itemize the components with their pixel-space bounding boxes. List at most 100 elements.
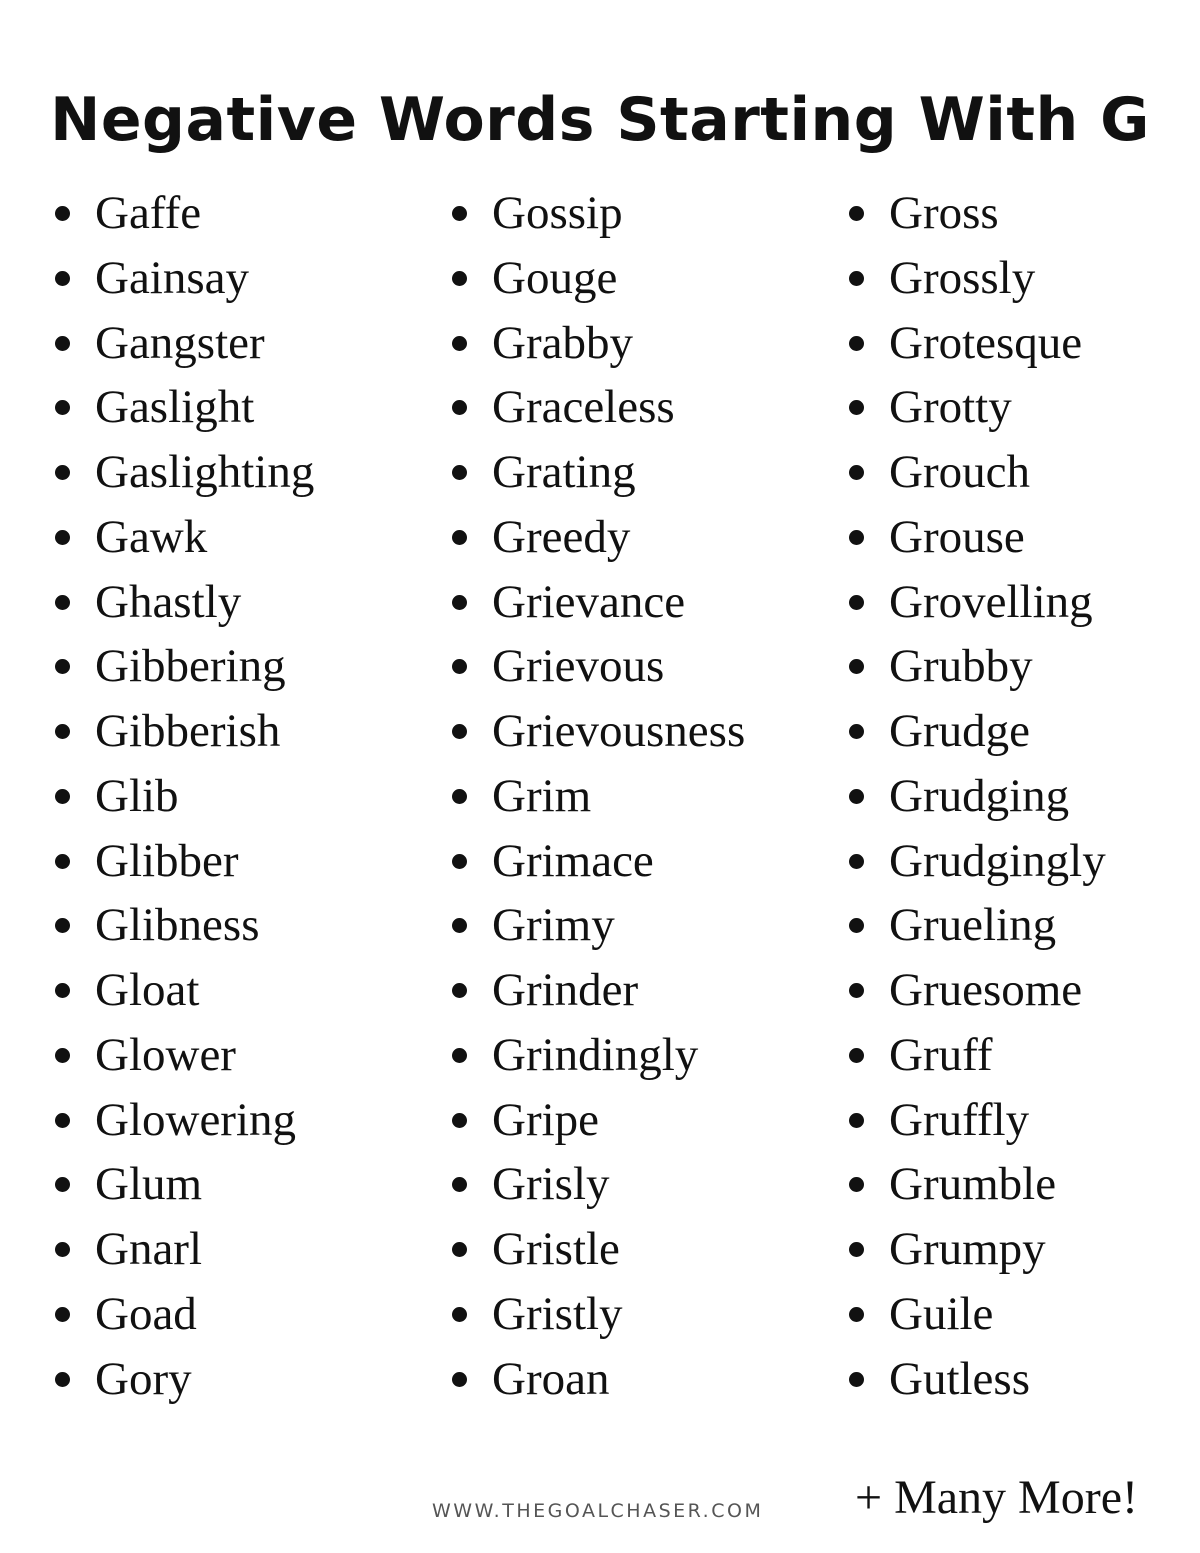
list-item: Grotty [844,375,1106,440]
bullet-icon [849,529,864,545]
list-item: Glum [50,1152,314,1217]
bullet-icon [849,853,864,869]
bullet-icon [452,1112,467,1128]
word-text: Gaffe [95,187,202,239]
word-text: Groan [492,1352,610,1405]
bullet-icon [452,983,467,998]
list-item: Grovelling [844,570,1106,635]
word-text: Gloat [95,964,200,1016]
list-item: Grouch [844,440,1106,505]
bullet-icon [452,853,467,869]
bullet-icon [849,1177,864,1193]
bullet-icon [55,1371,70,1387]
list-item: Ghastly [50,570,314,635]
bullet-icon [55,1177,70,1193]
list-item: Grating [447,440,745,505]
word-text: Glib [95,769,179,822]
list-item: Grotesque [844,311,1106,376]
bullet-icon [452,918,467,934]
word-text: Grumpy [889,1223,1046,1275]
word-text: Grievousness [492,705,746,757]
word-text: Gristle [492,1223,620,1275]
list-item: Grudgingly [844,829,1106,894]
list-item: Gibbering [50,634,314,699]
list-item: Gibberish [50,699,314,764]
word-text: Grievous [492,640,665,693]
bullet-icon [849,1242,864,1257]
bullet-icon [55,1112,70,1128]
list-item: Grossly [844,246,1106,311]
bullet-icon [452,529,467,545]
bullet-icon [55,529,70,545]
word-list-column-1: Gaffe Gainsay Gangster Gaslight Gaslighting G… [50,181,314,1411]
list-item: Gainsay [50,246,314,311]
bullet-icon [849,270,864,286]
list-item: Grindingly [447,1023,745,1088]
list-item: Gaffe [50,181,314,246]
bullet-icon [55,1047,70,1063]
word-text: Grouse [889,510,1025,563]
word-text: Glibber [95,834,239,887]
word-text: Gruff [889,1028,993,1081]
bullet-icon [849,788,864,804]
list-item: Grinder [447,958,745,1023]
bullet-icon [849,400,864,416]
bullet-icon [849,594,864,610]
word-text: Goad [95,1287,197,1340]
word-text: Glibness [95,899,260,952]
bullet-icon [452,400,467,416]
word-text: Gross [889,187,999,239]
list-item: Grumpy [844,1217,1106,1282]
bullet-icon [55,853,70,869]
bullet-icon [849,1371,864,1387]
word-text: Gangster [95,316,265,369]
word-text: Gory [95,1352,192,1405]
list-item: Gaslighting [50,440,314,505]
list-item: Gangster [50,311,314,376]
word-text: Gainsay [95,251,250,304]
word-text: Gossip [492,187,623,239]
list-item: Glibness [50,893,314,958]
word-text: Grubby [889,640,1033,693]
list-item: Grumble [844,1152,1106,1217]
word-text: Gouge [492,251,618,304]
word-text: Gibbering [95,640,286,693]
bullet-icon [849,1306,864,1322]
bullet-icon [452,788,467,804]
word-text: Gnarl [95,1223,203,1275]
word-text: Gaslighting [95,446,315,498]
word-text: Grindingly [492,1028,699,1081]
word-text: Glowering [95,1093,297,1146]
word-text: Grudge [889,705,1030,757]
list-item: Gossip [447,181,745,246]
bullet-icon [55,1306,70,1322]
bullet-icon [55,270,70,286]
list-item: Grudging [844,764,1106,829]
word-text: Grim [492,769,592,822]
bullet-icon [452,1242,467,1257]
word-text: Grudging [889,769,1070,822]
list-item: Grimace [447,829,745,894]
page-title: Negative Words Starting With G [50,85,1150,156]
list-item: Grueling [844,893,1106,958]
list-item: Grievance [447,570,745,635]
word-text: Grossly [889,251,1036,304]
bullet-icon [452,206,467,221]
word-text: Grumble [889,1158,1057,1211]
bullet-icon [452,1371,467,1387]
word-text: Guile [889,1287,994,1340]
bullet-icon [55,400,70,416]
bullet-icon [849,335,864,351]
list-item: Gruesome [844,958,1106,1023]
bullet-icon [55,788,70,804]
bullet-icon [452,1047,467,1063]
list-item: Gruffly [844,1088,1106,1153]
list-item: Grouse [844,505,1106,570]
list-item: Grievous [447,634,745,699]
word-text: Graceless [492,381,675,434]
word-text: Grudgingly [889,834,1106,887]
word-text: Gristly [492,1287,623,1340]
word-text: Glower [95,1028,236,1081]
bullet-icon [55,918,70,934]
bullet-icon [849,659,864,675]
